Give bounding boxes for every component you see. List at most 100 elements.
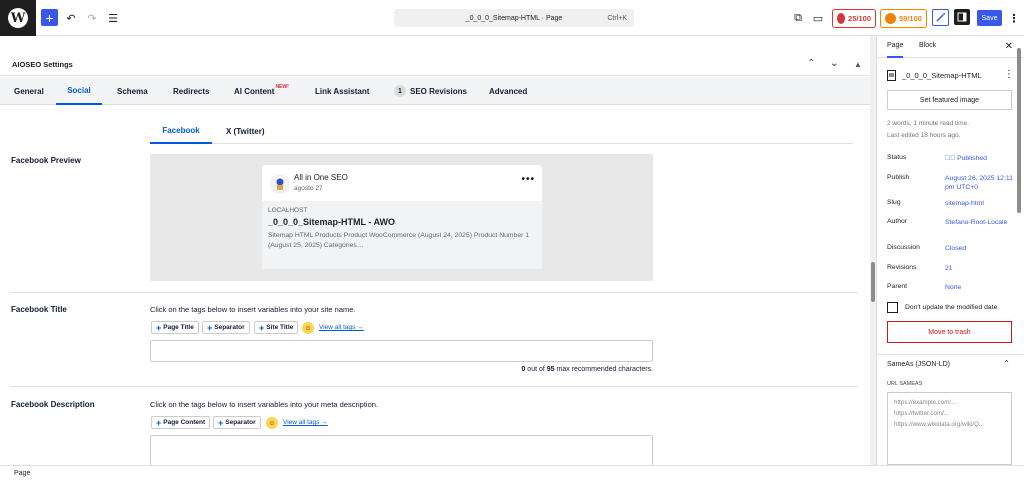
tab-redirects[interactable]: Redirects [173, 77, 209, 105]
command-shortcut: Ctrl+K [607, 14, 627, 22]
add-block-button[interactable]: + [41, 9, 58, 26]
slug-value[interactable]: sitemap-html [945, 199, 1017, 208]
preview-device-icon[interactable]: ▭ [812, 9, 824, 27]
url-sameas-textarea[interactable]: https://example.com/... https://twitter.… [887, 392, 1012, 465]
tab-advanced[interactable]: Advanced [489, 77, 527, 105]
facebook-post-card: All in One SEO agosto 27 ••• LOCALHOST _… [262, 165, 542, 269]
aioseo-mascot-icon [276, 178, 284, 190]
document-overview-icon[interactable]: ☰ [107, 9, 119, 27]
plus-icon: + [207, 322, 213, 333]
aioseo-tabs: General Social Schema Redirects AI Conte… [0, 77, 870, 105]
facebook-site-name: All in One SEO [294, 173, 348, 182]
move-to-trash-button[interactable]: Move to trash [887, 321, 1012, 343]
undo-icon[interactable]: ↶ [65, 9, 77, 27]
facebook-title-label: Facebook Title [11, 305, 67, 314]
tag-site-title-button[interactable]: + Site Title [254, 321, 299, 334]
redo-icon[interactable]: ↷ [86, 9, 98, 27]
author-value[interactable]: Stefano-Root-Locale [945, 218, 1017, 227]
parent-value[interactable]: None [945, 283, 1017, 292]
facebook-domain: LOCALHOST [268, 207, 308, 214]
last-edited: Last edited 18 hours ago. [887, 132, 961, 139]
facebook-post-date: agosto 27 [294, 185, 323, 192]
subtab-facebook[interactable]: Facebook [150, 118, 212, 144]
truseo-logo-icon [885, 13, 896, 24]
revisions-count-badge: 1 [394, 85, 406, 97]
tab-social[interactable]: Social [56, 77, 102, 105]
status-value[interactable]: ✓⃝ Published [945, 154, 1017, 163]
facebook-title-input[interactable] [150, 340, 653, 362]
document-card: _0_0_0_Sitemap-HTML [887, 70, 982, 81]
options-menu-icon[interactable]: ⋮ [1009, 9, 1020, 27]
tab-general[interactable]: General [14, 77, 44, 105]
main-scroll-thumb[interactable] [871, 262, 875, 302]
facebook-preview-description: Sitemap HTML Products Product WooCommerc… [268, 232, 530, 249]
view-all-tags-link[interactable]: View all tags → [319, 324, 364, 331]
wordpress-logo-button[interactable]: W [0, 0, 36, 36]
aioseo-settings-title: AIOSEO Settings [12, 60, 73, 69]
set-featured-image-button[interactable]: Set featured image [887, 90, 1012, 110]
tab-block[interactable]: Block [919, 42, 936, 49]
modified-date-checkbox[interactable] [887, 302, 898, 313]
document-title: _0_0_0_Sitemap-HTML · Page [465, 14, 563, 22]
discussion-value[interactable]: Closed [945, 244, 1017, 253]
command-palette-button[interactable]: _0_0_0_Sitemap-HTML · Page Ctrl+K [394, 9, 634, 27]
url-sameas-label: URL SAMEAS [887, 381, 923, 387]
sidebar-tabs: Page Block ✕ [877, 36, 1024, 58]
title-character-counter: 0 out of 95 max recommended characters. [521, 366, 653, 373]
facebook-description-label: Facebook Description [11, 400, 95, 409]
breadcrumb-page[interactable]: Page [14, 470, 30, 477]
magic-wand-icon [936, 12, 946, 22]
emoji-icon[interactable]: ☺ [266, 417, 278, 429]
tag-separator-button[interactable]: + Separator [202, 321, 250, 334]
tab-ai-content[interactable]: AI Content NEW! [234, 77, 289, 105]
editor-topbar: W + ↶ ↷ ☰ _0_0_0_Sitemap-HTML · Page Ctr… [0, 0, 1024, 36]
tab-seo-revisions[interactable]: 1 SEO Revisions [394, 77, 467, 105]
move-up-icon[interactable]: ⌃ [807, 58, 815, 69]
read-time: 2 words, 1 minute read time. [887, 120, 970, 127]
plus-icon: + [156, 417, 162, 428]
tab-page[interactable]: Page [887, 42, 904, 58]
facebook-description-hint: Click on the tags below to insert variab… [150, 400, 379, 409]
tag-page-title-button[interactable]: + Page Title [151, 321, 199, 334]
close-icon[interactable]: ✕ [1005, 41, 1013, 52]
published-check-icon: ✓⃝ [945, 155, 958, 162]
sidebar-document-title: _0_0_0_Sitemap-HTML [902, 71, 982, 80]
modified-date-label: Don't update the modified date [905, 304, 998, 311]
wordpress-icon: W [8, 8, 28, 28]
divider [877, 354, 1024, 355]
document-actions-icon[interactable]: ⋮ [1004, 69, 1014, 80]
truseo-score-button[interactable]: 59/100 [880, 9, 927, 28]
tab-link-assistant[interactable]: Link Assistant [315, 77, 369, 105]
divider [10, 292, 858, 293]
settings-sidebar-toggle[interactable] [954, 9, 970, 25]
sidebar-scrollbar[interactable] [1016, 36, 1022, 465]
ai-assistant-button[interactable] [932, 9, 949, 26]
publish-date-value[interactable]: August 26, 2025 12:11 pm UTC+0 [945, 174, 1017, 192]
view-all-tags-link[interactable]: View all tags → [283, 419, 328, 426]
facebook-preview-label: Facebook Preview [11, 156, 81, 165]
tag-separator-button[interactable]: + Separator [213, 416, 261, 429]
subtab-x-twitter[interactable]: X (Twitter) [226, 118, 265, 144]
site-avatar [270, 174, 290, 194]
toggle-panel-icon[interactable]: ▲ [854, 60, 862, 69]
save-button[interactable]: Save [977, 10, 1002, 26]
truseo-score-value: 59/100 [899, 14, 922, 23]
sidebar-scroll-thumb[interactable] [1017, 48, 1021, 213]
facebook-preview: All in One SEO agosto 27 ••• LOCALHOST _… [150, 154, 653, 281]
seo-score-button[interactable]: 25/100 [832, 9, 876, 28]
facebook-description-input[interactable] [150, 435, 653, 465]
tag-page-content-button[interactable]: + Page Content [151, 416, 211, 429]
collapse-icon[interactable]: ⌄ [830, 58, 838, 69]
chevron-up-icon[interactable]: ⌃ [1003, 359, 1010, 368]
editor-statusbar: Page [0, 465, 1024, 481]
view-page-icon[interactable]: ⧉ [792, 9, 804, 27]
revisions-value[interactable]: 21 [945, 264, 1017, 273]
emoji-icon[interactable]: ☺ [302, 322, 314, 334]
tab-schema[interactable]: Schema [117, 77, 148, 105]
settings-sidebar: Page Block ✕ _0_0_0_Sitemap-HTML ⋮ Set f… [876, 36, 1024, 465]
social-subtabs: Facebook X (Twitter) [150, 118, 853, 144]
new-badge: NEW! [275, 84, 289, 90]
aioseo-logo-icon [837, 13, 846, 24]
sameas-panel-title[interactable]: SameAs (JSON-LD) [887, 361, 950, 368]
plus-icon: + [259, 322, 265, 333]
